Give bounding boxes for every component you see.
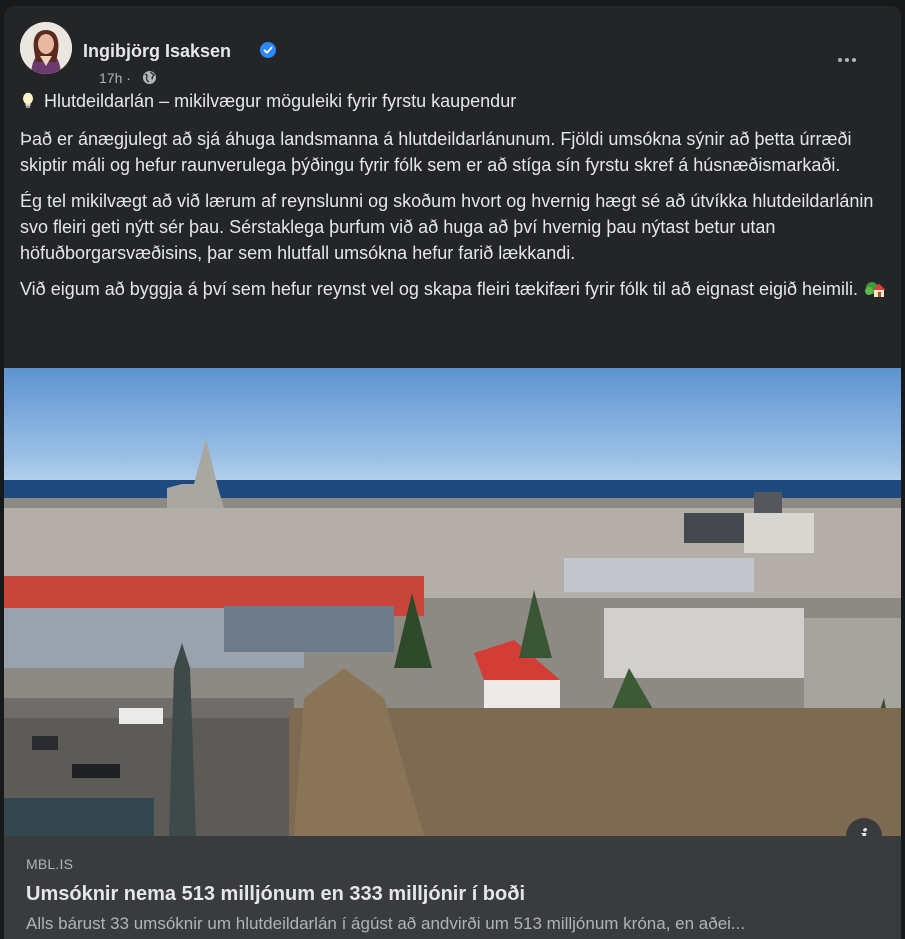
- dot-icon: [852, 58, 856, 62]
- dot-icon: [838, 58, 842, 62]
- house-with-garden-icon: [865, 282, 886, 297]
- post-paragraph: Það er ánægjulegt að sjá áhuga landsmann…: [20, 129, 852, 175]
- post-header: Ingibjörg Isaksen 17h ·: [20, 22, 885, 86]
- link-preview-image[interactable]: [4, 368, 901, 836]
- more-options-button[interactable]: [835, 50, 859, 70]
- link-title[interactable]: Umsóknir nema 513 milljónum en 333 millj…: [26, 883, 525, 906]
- meta-separator: ·: [126, 70, 131, 86]
- post-paragraph-last: Við eigum að byggja á því sem hefur reyn…: [20, 276, 888, 302]
- verified-badge-icon: [260, 42, 276, 58]
- dot-icon: [845, 58, 849, 62]
- globe-icon[interactable]: [142, 70, 157, 85]
- post-paragraph: Við eigum að byggja á því sem hefur reyn…: [20, 279, 859, 299]
- post-message: Hlutdeildarlán – mikilvægur möguleiki fy…: [20, 88, 888, 312]
- author-avatar[interactable]: [20, 22, 72, 74]
- link-description: Alls bárust 33 umsóknir um hlutdeildarlá…: [26, 914, 746, 933]
- post-headline-line: Hlutdeildarlán – mikilvægur möguleiki fy…: [20, 88, 888, 114]
- post-card: Ingibjörg Isaksen 17h · Hlutdeildarlán –…: [4, 6, 901, 939]
- light-bulb-icon: [23, 92, 33, 108]
- post-meta: 17h ·: [99, 70, 131, 86]
- link-preview-footer[interactable]: MBL.IS Umsóknir nema 513 milljónum en 33…: [4, 836, 901, 939]
- post-headline: Hlutdeildarlán – mikilvægur möguleiki fy…: [44, 91, 517, 111]
- link-domain: MBL.IS: [26, 856, 74, 872]
- author-name[interactable]: Ingibjörg Isaksen: [83, 41, 231, 61]
- post-paragraph: Ég tel mikilvægt að við lærum af reynslu…: [20, 191, 874, 263]
- post-timestamp[interactable]: 17h: [99, 70, 122, 86]
